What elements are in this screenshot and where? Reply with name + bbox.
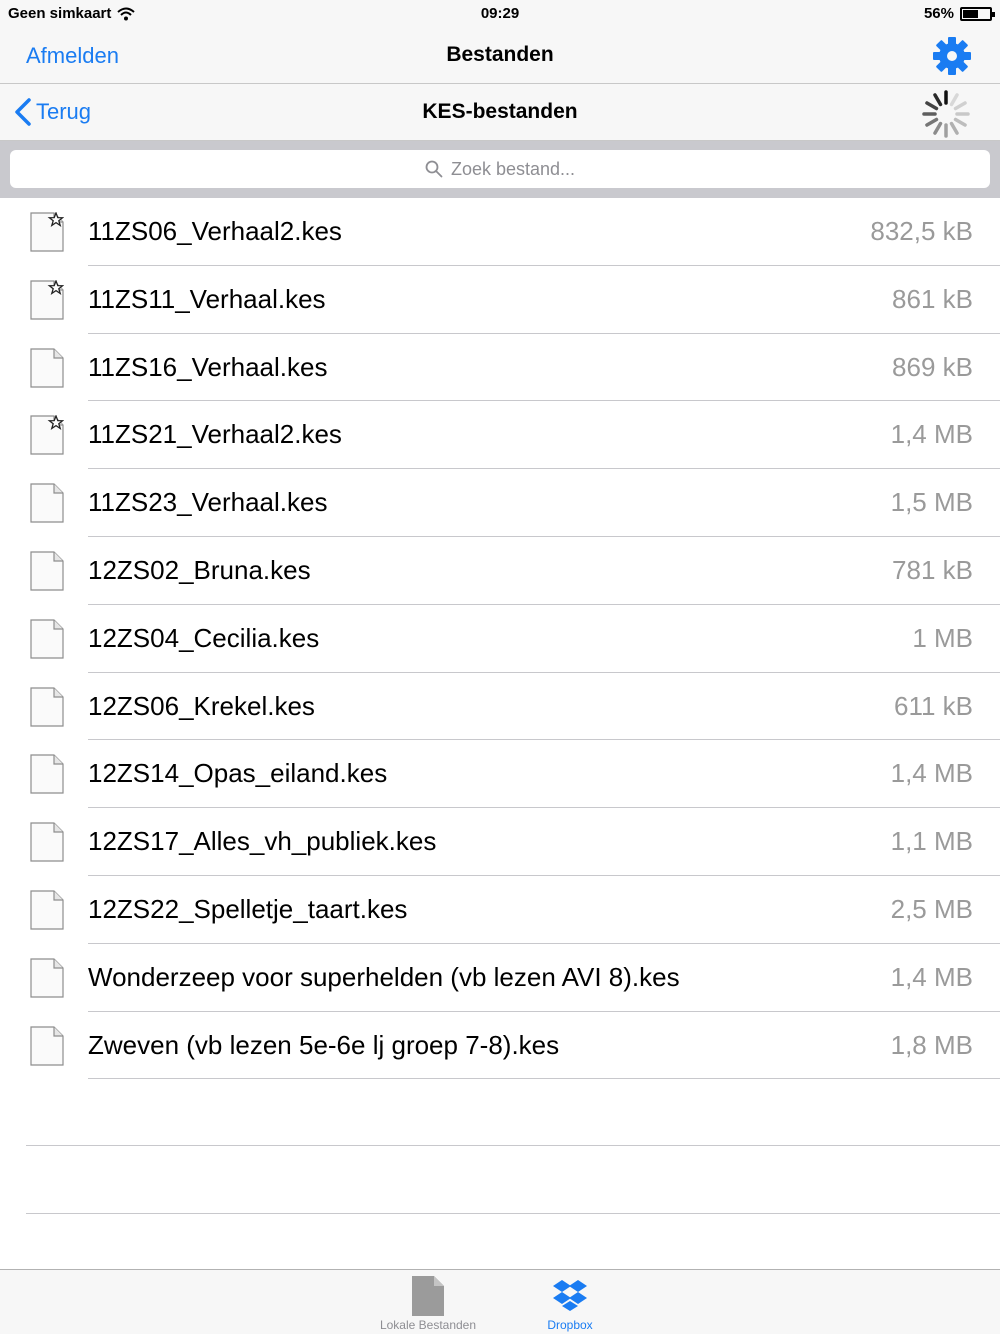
file-name: 11ZS21_Verhaal2.kes bbox=[88, 419, 342, 450]
tab-dropbox[interactable]: Dropbox bbox=[500, 1274, 640, 1332]
file-name: 11ZS16_Verhaal.kes bbox=[88, 351, 328, 382]
battery-level bbox=[963, 9, 978, 18]
search-bar: Zoek bestand... bbox=[0, 141, 1000, 198]
file-name: 12ZS22_Spelletje_taart.kes bbox=[88, 893, 408, 924]
document-icon bbox=[30, 958, 64, 998]
document-icon bbox=[30, 415, 64, 455]
document-icon bbox=[30, 212, 64, 252]
file-name: 12ZS02_Bruna.kes bbox=[88, 554, 311, 585]
document-icon bbox=[30, 619, 64, 659]
file-row[interactable]: 11ZS16_Verhaal.kes 869 kB bbox=[0, 334, 1000, 402]
file-row[interactable]: 12ZS14_Opas_eiland.kes 1,4 MB bbox=[0, 740, 1000, 809]
file-name: 12ZS04_Cecilia.kes bbox=[88, 622, 320, 653]
document-icon bbox=[30, 686, 64, 727]
file-size: 781 kB bbox=[892, 554, 973, 585]
file-row[interactable]: Zweven (vb lezen 5e-6e lj groep 7-8).kes… bbox=[0, 1012, 1000, 1080]
row-separator bbox=[88, 1078, 1000, 1080]
document-icon bbox=[30, 483, 64, 523]
status-time: 09:29 bbox=[480, 5, 520, 22]
file-name: 12ZS17_Alles_vh_publiek.kes bbox=[88, 826, 437, 857]
file-row[interactable]: 11ZS11_Verhaal.kes 861 kB bbox=[0, 266, 1000, 334]
file-size: 1,4 MB bbox=[890, 419, 973, 450]
document-icon bbox=[30, 279, 64, 320]
file-name: 11ZS06_Verhaal2.kes bbox=[88, 216, 342, 246]
search-input[interactable]: Zoek bestand... bbox=[10, 150, 990, 188]
file-size: 2,5 MB bbox=[890, 893, 973, 924]
file-row[interactable]: 11ZS06_Verhaal2.kes 832,5 kB bbox=[0, 198, 1000, 266]
file-size: 861 kB bbox=[892, 283, 973, 314]
document-icon bbox=[30, 551, 64, 591]
nav-title: Bestanden bbox=[446, 43, 554, 66]
document-icon bbox=[30, 754, 64, 794]
search-placeholder: Zoek bestand... bbox=[450, 158, 576, 179]
dropbox-icon bbox=[553, 1280, 587, 1311]
file-row[interactable]: 12ZS17_Alles_vh_publiek.kes 1,1 MB bbox=[0, 808, 1000, 876]
sub-navigation-bar: Terug KES-bestanden bbox=[0, 84, 1000, 141]
file-name: 12ZS14_Opas_eiland.kes bbox=[88, 758, 388, 789]
document-icon bbox=[412, 1276, 444, 1316]
gear-icon[interactable] bbox=[930, 34, 974, 78]
document-icon bbox=[30, 890, 64, 930]
file-size: 1,8 MB bbox=[890, 1029, 973, 1060]
file-size: 832,5 kB bbox=[870, 216, 973, 246]
empty-row-separator bbox=[26, 1145, 1000, 1146]
file-list: 11ZS06_Verhaal2.kes 832,5 kB 11ZS11_Verhaa… bbox=[0, 198, 1000, 1080]
battery-percentage: 56% bbox=[923, 5, 954, 22]
file-name: 12ZS06_Krekel.kes bbox=[88, 690, 315, 721]
folder-title: KES-bestanden bbox=[422, 100, 578, 123]
file-row[interactable]: 11ZS23_Verhaal.kes 1,5 MB bbox=[0, 469, 1000, 537]
file-size: 1,1 MB bbox=[890, 826, 973, 857]
top-navigation-bar: Afmelden Bestanden bbox=[0, 30, 1000, 84]
tab-label: Lokale Bestanden bbox=[379, 1318, 477, 1332]
tab-local-files[interactable]: Lokale Bestanden bbox=[358, 1274, 498, 1332]
file-row[interactable]: Wonderzeep voor superhelden (vb lezen AV… bbox=[0, 944, 1000, 1012]
document-icon bbox=[30, 822, 64, 862]
file-row[interactable]: 12ZS06_Krekel.kes 611 kB bbox=[0, 673, 1000, 741]
file-size: 1,4 MB bbox=[890, 961, 973, 992]
document-icon bbox=[30, 347, 64, 388]
file-name: Zweven (vb lezen 5e-6e lj groep 7-8).kes bbox=[88, 1029, 560, 1060]
file-row[interactable]: 12ZS04_Cecilia.kes 1 MB bbox=[0, 605, 1000, 673]
status-bar: Geen simkaart 09:29 56% bbox=[0, 0, 1000, 30]
activity-spinner-icon bbox=[922, 90, 970, 138]
file-row[interactable]: 12ZS02_Bruna.kes 781 kB bbox=[0, 537, 1000, 605]
file-name: 11ZS11_Verhaal.kes bbox=[88, 283, 326, 314]
tab-bar: Lokale Bestanden Dropbox bbox=[0, 1269, 1000, 1334]
search-icon bbox=[425, 160, 443, 178]
file-row[interactable]: 12ZS22_Spelletje_taart.kes 2,5 MB bbox=[0, 876, 1000, 944]
document-icon bbox=[30, 1025, 64, 1066]
status-right: 56% bbox=[923, 5, 995, 22]
file-name: Wonderzeep voor superhelden (vb lezen AV… bbox=[88, 961, 680, 992]
file-size: 611 kB bbox=[893, 690, 973, 721]
file-size: 1,5 MB bbox=[890, 487, 973, 518]
tab-label: Dropbox bbox=[547, 1318, 593, 1332]
file-size: 1,4 MB bbox=[890, 758, 973, 789]
file-name: 11ZS23_Verhaal.kes bbox=[88, 487, 328, 518]
file-row[interactable]: 11ZS21_Verhaal2.kes 1,4 MB bbox=[0, 401, 1000, 470]
empty-row-separator bbox=[26, 1213, 1000, 1214]
file-size: 1 MB bbox=[912, 622, 973, 653]
file-size: 869 kB bbox=[892, 351, 973, 382]
battery-icon bbox=[960, 6, 995, 21]
